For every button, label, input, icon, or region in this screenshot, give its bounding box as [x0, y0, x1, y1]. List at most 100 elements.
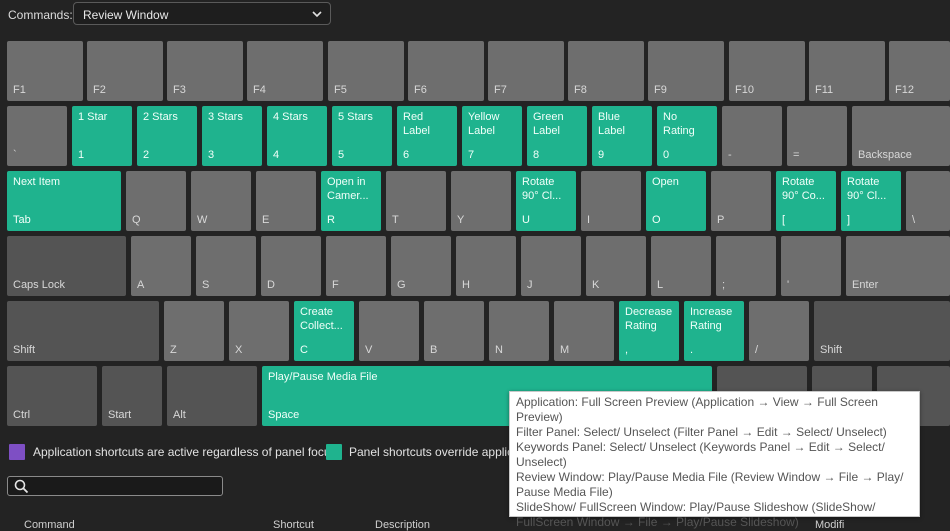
key-label: Space	[268, 409, 300, 421]
key-semicolon[interactable]: ;	[716, 236, 776, 296]
key-command: No Rating	[663, 111, 695, 137]
key-label: D	[267, 279, 275, 291]
key-left-bracket[interactable]: Rotate 90° Co... [	[776, 171, 836, 231]
key-label: Shift	[13, 344, 36, 356]
key-tab[interactable]: Next Item Tab	[7, 171, 121, 231]
key-h[interactable]: H	[456, 236, 516, 296]
key-y[interactable]: Y	[451, 171, 511, 231]
key-g[interactable]: G	[391, 236, 451, 296]
key-label: F6	[414, 84, 427, 96]
column-command[interactable]: Command	[24, 519, 75, 531]
key-f5[interactable]: F5	[328, 41, 404, 101]
tooltip-line: SlideShow/ FullScreen Window: Play/Pause…	[516, 500, 876, 529]
key-q[interactable]: Q	[126, 171, 186, 231]
key-ctrl[interactable]: Ctrl	[7, 366, 97, 426]
key-comma[interactable]: Decrease Rating,	[619, 301, 679, 361]
key-f10[interactable]: F10	[729, 41, 805, 101]
key-label: X	[235, 344, 243, 356]
key-label: 1	[78, 149, 85, 161]
key-f7[interactable]: F7	[488, 41, 564, 101]
key-m[interactable]: M	[554, 301, 614, 361]
key-d[interactable]: D	[261, 236, 321, 296]
key-k[interactable]: K	[586, 236, 646, 296]
key-i[interactable]: I	[581, 171, 641, 231]
key-label: \	[912, 214, 916, 226]
key-left-shift[interactable]: Shift	[7, 301, 159, 361]
key-label: /	[755, 344, 759, 356]
key-right-bracket[interactable]: Rotate 90° Cl...]	[841, 171, 901, 231]
search-box[interactable]	[7, 476, 223, 496]
key-l[interactable]: L	[651, 236, 711, 296]
key-command: Red Label	[403, 111, 430, 137]
key-f6[interactable]: F6	[408, 41, 484, 101]
panel-swatch	[326, 444, 342, 460]
key-alt[interactable]: Alt	[167, 366, 257, 426]
key-quote[interactable]: '	[781, 236, 841, 296]
key-f9[interactable]: F9	[648, 41, 724, 101]
key-x[interactable]: X	[229, 301, 289, 361]
key-z[interactable]: Z	[164, 301, 224, 361]
key-c[interactable]: Create Collect... C	[294, 301, 354, 361]
key-n[interactable]: N	[489, 301, 549, 361]
key-u[interactable]: Rotate 90° Cl... U	[516, 171, 576, 231]
key-command: Rotate 90° Cl...	[847, 176, 887, 202]
key-f4[interactable]: F4	[247, 41, 323, 101]
key-label: =	[793, 149, 800, 161]
key-r[interactable]: Open in Camer... R	[321, 171, 381, 231]
key-f3[interactable]: F3	[167, 41, 243, 101]
key-f1[interactable]: F1	[7, 41, 83, 101]
key-a[interactable]: A	[131, 236, 191, 296]
key-v[interactable]: V	[359, 301, 419, 361]
key-slash[interactable]: /	[749, 301, 809, 361]
key-command: Play/Pause Media File	[268, 371, 378, 383]
key-9[interactable]: Blue Label 9	[592, 106, 652, 166]
key-0[interactable]: No Rating 0	[657, 106, 717, 166]
key-backspace[interactable]: Backspace	[852, 106, 950, 166]
key-label: W	[197, 214, 208, 226]
key-label: C	[300, 344, 308, 356]
key-f[interactable]: F	[326, 236, 386, 296]
key-4[interactable]: 4 Stars 4	[267, 106, 327, 166]
key-start[interactable]: Start	[102, 366, 162, 426]
key-t[interactable]: T	[386, 171, 446, 231]
key-w[interactable]: W	[191, 171, 251, 231]
key-e[interactable]: E	[256, 171, 316, 231]
key-label: J	[527, 279, 533, 291]
search-input[interactable]	[34, 478, 223, 496]
key-s[interactable]: S	[196, 236, 256, 296]
tooltip-line: Review Window: Play/Pause Media File (Re…	[516, 470, 904, 499]
key-label: Alt	[173, 409, 186, 421]
key-3[interactable]: 3 Stars 3	[202, 106, 262, 166]
column-shortcut[interactable]: Shortcut	[273, 519, 314, 531]
key-label: 8	[533, 149, 540, 161]
key-1[interactable]: 1 Star 1	[72, 106, 132, 166]
key-f2[interactable]: F2	[87, 41, 163, 101]
key-equal[interactable]: =	[787, 106, 847, 166]
key-label: H	[462, 279, 470, 291]
key-enter[interactable]: Enter	[846, 236, 950, 296]
key-period[interactable]: Increase Rating.	[684, 301, 744, 361]
key-p[interactable]: P	[711, 171, 771, 231]
key-backtick[interactable]: `	[7, 106, 67, 166]
key-label: K	[592, 279, 600, 291]
key-caps-lock[interactable]: Caps Lock	[7, 236, 126, 296]
key-f11[interactable]: F11	[809, 41, 885, 101]
key-j[interactable]: J	[521, 236, 581, 296]
key-right-shift[interactable]: Shift	[814, 301, 950, 361]
key-o[interactable]: Open O	[646, 171, 706, 231]
key-f8[interactable]: F8	[568, 41, 644, 101]
key-label: Q	[132, 214, 141, 226]
key-f12[interactable]: F12	[889, 41, 950, 101]
key-minus[interactable]: -	[722, 106, 782, 166]
key-command: 3 Stars	[208, 111, 243, 123]
key-label: F8	[574, 84, 587, 96]
key-7[interactable]: Yellow Label 7	[462, 106, 522, 166]
key-5[interactable]: 5 Stars 5	[332, 106, 392, 166]
key-2[interactable]: 2 Stars 2	[137, 106, 197, 166]
key-b[interactable]: B	[424, 301, 484, 361]
key-label: .	[690, 344, 694, 356]
key-8[interactable]: Green Label 8	[527, 106, 587, 166]
column-description[interactable]: Description	[375, 519, 430, 531]
key-6[interactable]: Red Label 6	[397, 106, 457, 166]
key-backslash[interactable]: \	[906, 171, 950, 231]
